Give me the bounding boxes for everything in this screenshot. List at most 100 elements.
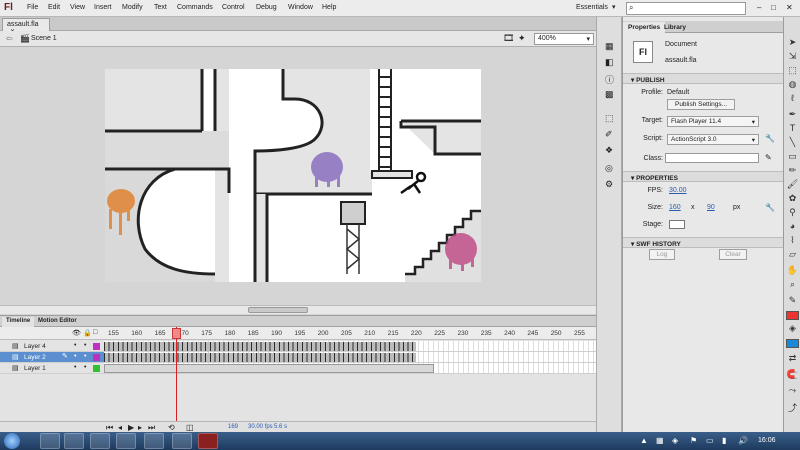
flash-taskbar-icon[interactable] [198,433,218,449]
pen-tool-icon[interactable]: ✒ [786,109,799,122]
tray-app-icon[interactable]: ◈ [672,436,678,445]
rectangle-tool-icon[interactable]: ▭ [786,151,799,164]
zoom-select[interactable]: 400% ▾ [534,33,594,45]
step-forward-icon[interactable]: ▸ [138,423,142,432]
tab-library[interactable]: Library [659,22,691,33]
menu-control[interactable]: Control [222,4,245,11]
stage[interactable] [105,69,481,282]
eye-icon[interactable]: 👁 [72,329,81,337]
brush-tool-icon[interactable]: 🖌 [786,179,799,192]
menu-debug[interactable]: Debug [256,4,277,11]
app-taskbar-icon[interactable] [172,433,192,449]
target-select[interactable]: Flash Player 11.4 ▾ [667,116,759,127]
menu-text[interactable]: Text [154,4,167,11]
scrollbar-thumb[interactable] [248,307,308,313]
outline-color-swatch[interactable] [93,354,100,361]
layer-row-1[interactable]: ▤ Layer 1 • • [0,363,104,374]
bone-tool-icon[interactable]: ⚲ [786,207,799,220]
tray-signal-icon[interactable]: ▮ [722,436,726,445]
menu-edit[interactable]: Edit [48,4,60,11]
tray-display-icon[interactable]: ▭ [706,436,714,445]
align-panel-icon[interactable]: ▦ [605,41,614,52]
paint-bucket-tool-icon[interactable]: ◕ [786,221,799,234]
stroke-color-swatch[interactable] [786,311,799,320]
subselection-tool-icon[interactable]: ⇲ [786,51,799,64]
pencil-tool-icon[interactable]: ✏ [786,165,799,178]
lock-icon[interactable]: 🔒 [83,329,92,337]
lock-dot[interactable]: • [84,364,86,371]
fps-value[interactable]: 30.00 [669,187,687,194]
eraser-tool-icon[interactable]: ▱ [786,249,799,262]
playhead-handle[interactable] [172,328,181,339]
visibility-dot[interactable]: • [74,342,76,349]
frames-row-layer-1[interactable] [104,363,596,374]
frames-row-layer-4[interactable] [104,341,596,352]
lock-dot[interactable]: • [84,342,86,349]
frame-span[interactable] [104,342,416,351]
color-panel-icon[interactable]: ◧ [605,57,614,68]
wrench-icon[interactable]: 🔧 [765,134,775,143]
log-button[interactable]: Log [649,249,675,260]
class-input[interactable] [665,153,759,163]
menu-file[interactable]: File [27,4,38,11]
eyedropper-tool-icon[interactable]: ⌇ [786,235,799,248]
publish-section-header[interactable]: ▾ PUBLISH [623,73,784,84]
outline-icon[interactable]: □ [93,329,97,336]
step-back-icon[interactable]: ◂ [118,423,122,432]
line-tool-icon[interactable]: ╲ [786,137,799,150]
start-button[interactable] [4,433,20,449]
menu-modify[interactable]: Modify [122,4,143,11]
edit-class-icon[interactable]: ✎ [765,153,772,162]
lasso-tool-icon[interactable]: ℓ [786,93,799,106]
frames-row-layer-2[interactable] [104,352,596,363]
menu-window[interactable]: Window [288,4,313,11]
document-taskbar-icon[interactable] [144,433,164,449]
free-transform-tool-icon[interactable]: ⬚ [786,65,799,78]
frame-span[interactable] [104,353,416,362]
motion-presets-icon[interactable]: ◎ [605,163,613,174]
straighten-icon[interactable]: ⤴ [786,401,799,414]
stage-height[interactable]: 90 [707,204,715,211]
3d-rotation-tool-icon[interactable]: ◍ [786,79,799,92]
fill-color-swatch[interactable] [786,339,799,348]
layer-row-2[interactable]: ▤ Layer 2 ✎ • • [0,352,104,363]
swap-colors-icon[interactable]: ⇄ [786,353,799,366]
current-frame[interactable]: 169 [228,424,238,430]
visibility-dot[interactable]: • [74,353,76,360]
edit-scene-icon[interactable]: 🎞 [503,33,514,44]
workspace-switcher[interactable]: Essentials [576,4,608,11]
properties-section-header[interactable]: ▾ PROPERTIES [623,171,784,182]
menu-insert[interactable]: Insert [94,4,112,11]
frame-span[interactable] [104,364,434,373]
selection-tool-icon[interactable]: ➤ [786,37,799,50]
media-player-taskbar-icon[interactable] [90,433,110,449]
maximize-button[interactable]: □ [771,3,776,12]
stroke-color-icon[interactable]: ✎ [786,295,799,308]
tab-timeline[interactable]: Timeline [2,317,35,327]
clear-button[interactable]: Clear [719,249,747,260]
zoom-tool-icon[interactable]: ⌕ [786,279,799,292]
menu-help[interactable]: Help [322,4,336,11]
tab-motion-editor[interactable]: Motion Editor [34,317,81,327]
close-button[interactable]: ✕ [786,3,793,12]
deco-tool-icon[interactable]: ✿ [786,193,799,206]
wrench-icon[interactable]: 🔧 [765,203,775,212]
loop-icon[interactable]: ⟲ [168,423,175,432]
info-panel-icon[interactable]: ⓘ [605,73,614,86]
stage-horizontal-scrollbar[interactable] [0,305,596,314]
lock-dot[interactable]: • [84,353,86,360]
frame-rate[interactable]: 30.00 fps [248,424,273,430]
outline-color-swatch[interactable] [93,343,100,350]
workspace-dropdown-icon[interactable]: ▾ [612,3,616,11]
onion-skin-icon[interactable]: ◫ [186,423,194,432]
tray-flag-icon[interactable]: ⚑ [690,436,697,445]
ie-taskbar-icon[interactable] [40,433,60,449]
hand-tool-icon[interactable]: ✋ [786,265,799,278]
smooth-icon[interactable]: ⤳ [786,385,799,398]
swf-history-section-header[interactable]: ▾ SWF HISTORY [623,237,784,248]
back-arrow-icon[interactable]: ⇦ [6,34,13,43]
publish-settings-button[interactable]: Publish Settings... [667,99,735,110]
document-tab[interactable]: assault.fla ✕ [2,18,50,35]
fill-color-icon[interactable]: ◈ [786,323,799,336]
minimize-button[interactable]: – [757,3,761,12]
